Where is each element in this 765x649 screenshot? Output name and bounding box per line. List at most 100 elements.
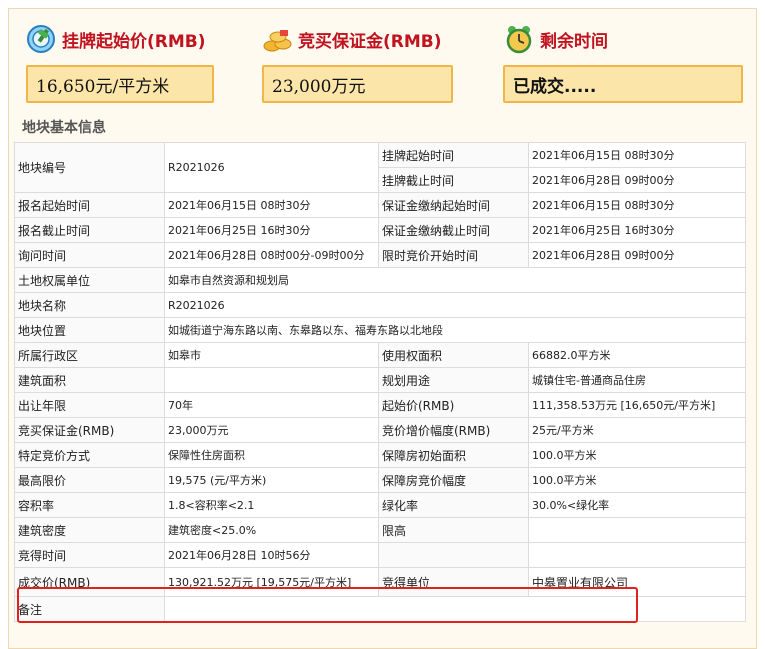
row-label: 所属行政区: [14, 342, 165, 368]
row-value: R2021026: [164, 142, 379, 193]
row-label: 地块编号: [14, 142, 165, 193]
row-label: [378, 542, 529, 568]
row-label: 报名截止时间: [14, 217, 165, 243]
remaining-time-value: 已成交.....: [513, 76, 597, 97]
row-value: [528, 517, 746, 543]
row-value: 2021年06月28日 09时00分: [528, 242, 746, 268]
row-value: 100.0平方米: [528, 467, 746, 493]
row-value: [164, 596, 746, 622]
row-value: 25元/平方米: [528, 417, 746, 443]
table-row: 报名截止时间 2021年06月25日 16时30分 保证金缴纳截止时间 2021…: [14, 217, 746, 243]
row-value: 如皋市: [164, 342, 379, 368]
row-value: 70年: [164, 392, 379, 418]
row-label: 询问时间: [14, 242, 165, 268]
row-value: 2021年06月15日 08时30分: [528, 142, 746, 168]
table-row: 备注: [14, 596, 746, 622]
row-label: 建筑面积: [14, 367, 165, 393]
start-price-value: 16,650元/平方米: [36, 76, 170, 97]
row-label: 竞得单位: [378, 567, 529, 597]
row-value: 建筑密度<25.0%: [164, 517, 379, 543]
row-value: 2021年06月25日 16时30分: [528, 217, 746, 243]
row-value: 2021年06月28日 10时56分: [164, 542, 379, 568]
row-value: 30.0%<绿化率: [528, 492, 746, 518]
row-value: 100.0平方米: [528, 442, 746, 468]
row-label: 限高: [378, 517, 529, 543]
row-label: 竞得时间: [14, 542, 165, 568]
table-row: 特定竞价方式 保障性住房面积 保障房初始面积 100.0平方米: [14, 442, 746, 468]
row-label: 容积率: [14, 492, 165, 518]
table-row: 报名起始时间 2021年06月15日 08时30分 保证金缴纳起始时间 2021…: [14, 192, 746, 218]
row-value: 中皋置业有限公司: [528, 567, 746, 597]
coins-icon: [262, 24, 292, 54]
deposit-header: 竞买保证金(RMB): [262, 21, 442, 57]
row-value: 2021年06月28日 09时00分: [528, 167, 746, 193]
row-label: 保障房竞价幅度: [378, 467, 529, 493]
table-row: 出让年限 70年 起始价(RMB) 111,358.53万元 [16,650元/…: [14, 392, 746, 418]
start-price-header: 挂牌起始价(RMB): [26, 21, 206, 57]
row-value: R2021026: [164, 292, 746, 318]
row-value: 130,921.52万元 [19,575元/平方米]: [164, 567, 379, 597]
deposit-value: 23,000万元: [272, 76, 366, 97]
row-label: 备注: [14, 596, 165, 622]
row-label: 规划用途: [378, 367, 529, 393]
land-info-table: 地块编号 R2021026 挂牌起始时间 2021年06月15日 08时30分 …: [14, 142, 746, 622]
row-label: 最高限价: [14, 467, 165, 493]
row-value: [528, 542, 746, 568]
table-row: 所属行政区 如皋市 使用权面积 66882.0平方米: [14, 342, 746, 368]
row-label: 建筑密度: [14, 517, 165, 543]
remaining-time-value-box: 已成交.....: [503, 65, 743, 103]
row-label: 保障房初始面积: [378, 442, 529, 468]
row-value: 111,358.53万元 [16,650元/平方米]: [528, 392, 746, 418]
table-row: 地块位置 如城街道宁海东路以南、东皋路以东、福寿东路以北地段: [14, 317, 746, 343]
row-label: 起始价(RMB): [378, 392, 529, 418]
row-value: 1.8<容积率<2.1: [164, 492, 379, 518]
table-row: 容积率 1.8<容积率<2.1 绿化率 30.0%<绿化率: [14, 492, 746, 518]
row-label: 保证金缴纳截止时间: [378, 217, 529, 243]
row-value: 66882.0平方米: [528, 342, 746, 368]
deposit-value-box: 23,000万元: [262, 65, 453, 103]
auction-summary: 挂牌起始价(RMB) 16,650元/平方米 竞买保证金(RMB) 23,000…: [9, 9, 758, 124]
table-row: 地块编号 R2021026 挂牌起始时间 2021年06月15日 08时30分: [14, 142, 746, 193]
table-row: 建筑密度 建筑密度<25.0% 限高: [14, 517, 746, 543]
row-label: 使用权面积: [378, 342, 529, 368]
table-row: 地块名称 R2021026: [14, 292, 746, 318]
row-label: 保证金缴纳起始时间: [378, 192, 529, 218]
row-label: 报名起始时间: [14, 192, 165, 218]
section-title: 地块基本信息: [22, 120, 106, 136]
row-label: 特定竞价方式: [14, 442, 165, 468]
table-row: 最高限价 19,575 (元/平方米) 保障房竞价幅度 100.0平方米: [14, 467, 746, 493]
row-value: [164, 367, 379, 393]
table-row: 竞得时间 2021年06月28日 10时56分: [14, 542, 746, 568]
table-row: 竞买保证金(RMB) 23,000万元 竞价增价幅度(RMB) 25元/平方米: [14, 417, 746, 443]
row-value: 如皋市自然资源和规划局: [164, 267, 746, 293]
row-label: 限时竞价开始时间: [378, 242, 529, 268]
row-label: 竞价增价幅度(RMB): [378, 417, 529, 443]
start-price-label: 挂牌起始价(RMB): [62, 31, 206, 52]
row-label: 出让年限: [14, 392, 165, 418]
row-label: 挂牌起始时间: [378, 142, 529, 168]
row-value: 19,575 (元/平方米): [164, 467, 379, 493]
row-value: 如城街道宁海东路以南、东皋路以东、福寿东路以北地段: [164, 317, 746, 343]
row-value: 城镇住宅-普通商品住房: [528, 367, 746, 393]
table-row: 建筑面积 规划用途 城镇住宅-普通商品住房: [14, 367, 746, 393]
start-price-value-box: 16,650元/平方米: [26, 65, 214, 103]
row-value: 2021年06月15日 08时30分: [528, 192, 746, 218]
row-value: 23,000万元: [164, 417, 379, 443]
row-label: 挂牌截止时间: [378, 167, 529, 193]
table-row: 询问时间 2021年06月28日 08时00分-09时00分 限时竞价开始时间 …: [14, 242, 746, 268]
row-label: 竞买保证金(RMB): [14, 417, 165, 443]
row-label: 地块位置: [14, 317, 165, 343]
auction-gavel-icon: [26, 24, 56, 54]
row-value: 2021年06月15日 08时30分: [164, 192, 379, 218]
alarm-clock-icon: [504, 24, 534, 54]
row-label: 地块名称: [14, 292, 165, 318]
row-label: 土地权属单位: [14, 267, 165, 293]
row-value: 2021年06月28日 08时00分-09时00分: [164, 242, 379, 268]
row-label: 绿化率: [378, 492, 529, 518]
table-row-deal: 成交价(RMB) 130,921.52万元 [19,575元/平方米] 竞得单位…: [14, 567, 746, 597]
remaining-time-label: 剩余时间: [540, 31, 608, 52]
remaining-time-header: 剩余时间: [504, 21, 608, 57]
deposit-label: 竞买保证金(RMB): [298, 31, 442, 52]
row-value: 保障性住房面积: [164, 442, 379, 468]
table-row: 土地权属单位 如皋市自然资源和规划局: [14, 267, 746, 293]
